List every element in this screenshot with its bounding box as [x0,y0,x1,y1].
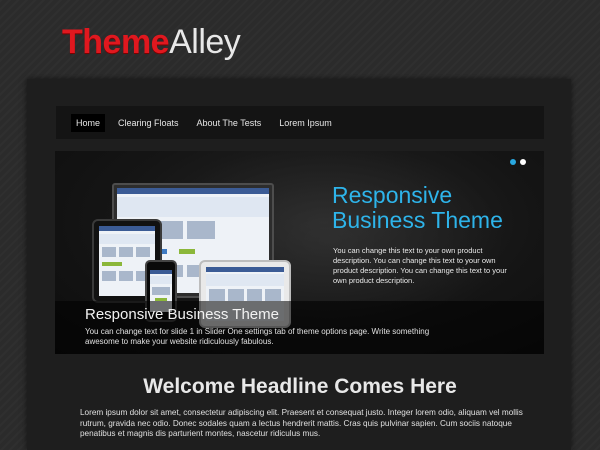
logo-alley-text: Alley [169,23,241,61]
slide-caption: Responsive Business Theme You can change… [55,301,544,354]
main-nav: Home Clearing Floats About The Tests Lor… [56,106,544,139]
hero-slider[interactable]: Responsive Business Theme You can change… [55,151,544,354]
nav-item-about-the-tests[interactable]: About The Tests [192,114,267,132]
slider-pagination [510,159,526,165]
nav-item-home[interactable]: Home [71,113,106,132]
intro-paragraph: Lorem ipsum dolor sit amet, consectetur … [80,408,523,438]
nav-item-clearing-floats[interactable]: Clearing Floats [113,114,184,132]
logo-theme-text: Theme [62,23,170,61]
welcome-headline: Welcome Headline Comes Here [143,375,457,398]
nav-item-lorem-ipsum[interactable]: Lorem Ipsum [274,114,337,132]
slide-heading: Responsive Business Theme [332,182,503,233]
caption-text: You can change text for slide 1 in Slide… [85,327,430,346]
slider-dot-2[interactable] [520,159,526,165]
site-logo[interactable]: ThemeAlley [62,22,241,62]
slide-description: You can change this text to your own pro… [333,246,507,285]
caption-title: Responsive Business Theme [85,306,279,323]
slider-dot-1[interactable] [510,159,516,165]
